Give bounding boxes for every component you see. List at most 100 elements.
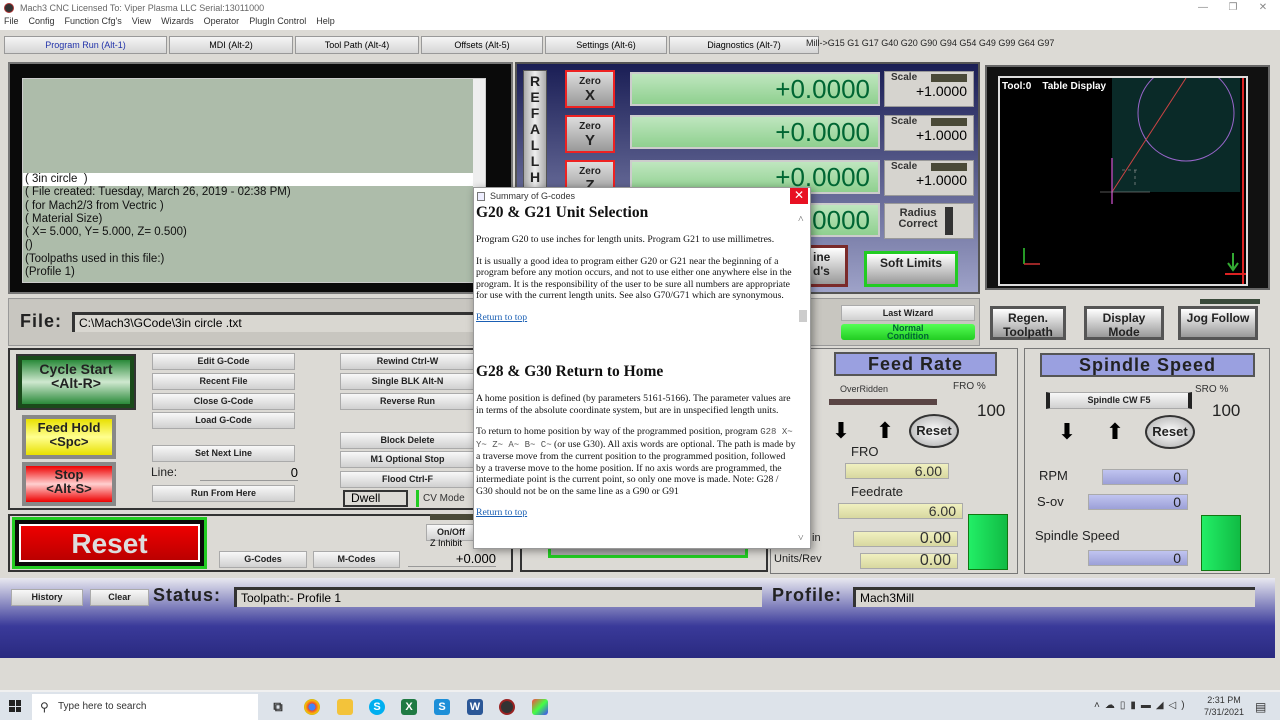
- dialog-titlebar[interactable]: Summary of G-codes ✕: [474, 188, 810, 204]
- chrome-icon[interactable]: [304, 699, 320, 715]
- fro-increase-button[interactable]: ⬆: [870, 418, 900, 444]
- sro-decrease-button[interactable]: ⬇: [1052, 419, 1082, 445]
- tab-program-run[interactable]: Program Run (Alt-1): [4, 36, 167, 54]
- block-delete-button[interactable]: Block Delete: [340, 432, 475, 449]
- section-paragraph: It is usually a good idea to program eit…: [476, 255, 792, 302]
- menu-view[interactable]: View: [132, 16, 151, 30]
- windows-start-icon[interactable]: [9, 700, 21, 712]
- radius-correct-button[interactable]: Radius Correct: [884, 203, 974, 239]
- word-icon[interactable]: W: [467, 699, 483, 715]
- spindle-speed-value[interactable]: 0: [1088, 550, 1188, 566]
- toolpath-indicator: [1200, 299, 1260, 304]
- scroll-down-icon[interactable]: ˅: [798, 533, 804, 544]
- system-tray-icons[interactable]: ˄☁▯▮▬◢◁): [1094, 700, 1190, 711]
- tab-settings[interactable]: Settings (Alt-6): [545, 36, 667, 54]
- clear-button[interactable]: Clear: [90, 589, 149, 606]
- soft-limits-button[interactable]: Soft Limits: [864, 251, 958, 287]
- rpm-value[interactable]: 0: [1102, 469, 1188, 485]
- scroll-thumb[interactable]: [799, 310, 807, 322]
- menu-wizards[interactable]: Wizards: [161, 16, 194, 30]
- menu-plugin-control[interactable]: PlugIn Control: [249, 16, 306, 30]
- menu-file[interactable]: File: [4, 16, 19, 30]
- menu-operator[interactable]: Operator: [204, 16, 240, 30]
- skype-icon[interactable]: S: [369, 699, 385, 715]
- taskbar-clock[interactable]: 2:31 PM 7/31/2021: [1204, 694, 1244, 718]
- edit-gcode-button[interactable]: Edit G-Code: [152, 353, 295, 370]
- sro-reset-button[interactable]: Reset: [1145, 415, 1195, 449]
- document-icon: [477, 192, 485, 201]
- scroll-up-icon[interactable]: ˄: [798, 214, 804, 225]
- zero-x-button[interactable]: Zero X: [565, 70, 615, 108]
- gcode-listing[interactable]: ( 3in circle ) ( File created: Tuesday, …: [22, 78, 486, 283]
- machine-coords-button[interactable]: ine d's: [808, 245, 848, 287]
- tab-offsets[interactable]: Offsets (Alt-5): [421, 36, 543, 54]
- file-explorer-icon[interactable]: [337, 699, 353, 715]
- units-min-label: in: [812, 532, 821, 544]
- dro-y[interactable]: +0.0000: [630, 115, 880, 149]
- m1-optional-stop-button[interactable]: M1 Optional Stop: [340, 451, 475, 468]
- status-label: Status:: [153, 585, 222, 605]
- flood-button[interactable]: Flood Ctrl-F: [340, 471, 475, 488]
- fro-label: FRO: [851, 444, 879, 459]
- line-number-field[interactable]: 0: [200, 465, 298, 481]
- mcodes-button[interactable]: M-Codes: [313, 551, 400, 568]
- gcode-line: ( for Mach2/3 from Vectric ): [25, 199, 164, 212]
- single-block-button[interactable]: Single BLK Alt-N: [340, 373, 475, 390]
- tab-tool-path[interactable]: Tool Path (Alt-4): [295, 36, 419, 54]
- dro-x[interactable]: +0.0000: [630, 72, 880, 106]
- minimize-button[interactable]: —: [1188, 0, 1218, 16]
- load-gcode-button[interactable]: Load G-Code: [152, 412, 295, 429]
- tab-diagnostics[interactable]: Diagnostics (Alt-7): [669, 36, 819, 54]
- close-gcode-button[interactable]: Close G-Code: [152, 393, 295, 410]
- mach3-taskbar-icon[interactable]: [499, 699, 515, 715]
- history-button[interactable]: History: [11, 589, 83, 606]
- feed-hold-button[interactable]: Feed Hold <Spc>: [22, 415, 116, 459]
- set-next-line-button[interactable]: Set Next Line: [152, 445, 295, 462]
- sro-pct-label: SRO %: [1195, 384, 1229, 395]
- z-inhibit-value[interactable]: +0.000: [408, 551, 496, 567]
- dialog-close-button[interactable]: ✕: [790, 188, 808, 204]
- dialog-scrollbar[interactable]: ˄ ˅: [796, 204, 810, 548]
- menu-bar: File Config Function Cfg's View Wizards …: [0, 16, 1280, 30]
- run-from-here-button[interactable]: Run From Here: [152, 485, 295, 502]
- recent-file-button[interactable]: Recent File: [152, 373, 295, 390]
- toolpath-display[interactable]: Tool:0 Table Display: [998, 76, 1248, 286]
- ref-all-home-label: REFALLH: [529, 73, 541, 185]
- return-to-top-link[interactable]: Return to top: [476, 312, 527, 323]
- maximize-button[interactable]: ❐: [1218, 0, 1248, 16]
- jog-follow-button[interactable]: Jog Follow: [1178, 306, 1258, 340]
- menu-config[interactable]: Config: [29, 16, 55, 30]
- stop-button[interactable]: Stop <Alt-S>: [22, 462, 116, 506]
- fro-pct-label: FRO %: [953, 381, 986, 392]
- reset-label: Reset: [19, 524, 200, 562]
- file-path-field[interactable]: C:\Mach3\GCode\3in circle .txt: [72, 312, 482, 332]
- zero-y-button[interactable]: Zero Y: [565, 115, 615, 153]
- fro-decrease-button[interactable]: ⬇: [826, 418, 856, 444]
- spindle-cw-button[interactable]: Spindle CW F5: [1046, 392, 1192, 409]
- menu-function-cfgs[interactable]: Function Cfg's: [65, 16, 122, 30]
- reset-button[interactable]: Reset: [12, 517, 207, 569]
- regen-toolpath-button[interactable]: Regen. Toolpath: [990, 306, 1066, 340]
- taskbar-search[interactable]: ⚲ Type here to search: [32, 694, 258, 720]
- fro-reset-button[interactable]: Reset: [909, 414, 959, 448]
- close-window-button[interactable]: ✕: [1248, 0, 1278, 16]
- return-to-top-link[interactable]: Return to top: [476, 507, 527, 518]
- color-app-icon[interactable]: [532, 699, 548, 715]
- notifications-icon[interactable]: ▤: [1255, 700, 1266, 714]
- fro-value[interactable]: 6.00: [845, 463, 949, 479]
- window-title: Mach3 CNC Licensed To: Viper Plasma LLC …: [20, 3, 265, 13]
- ref-all-home-button[interactable]: REFALLH: [523, 70, 547, 200]
- app-s-icon[interactable]: S: [434, 699, 450, 715]
- display-mode-button[interactable]: Display Mode: [1084, 306, 1164, 340]
- rewind-button[interactable]: Rewind Ctrl-W: [340, 353, 475, 370]
- gcodes-button[interactable]: G-Codes: [219, 551, 307, 568]
- tab-mdi[interactable]: MDI (Alt-2): [169, 36, 293, 54]
- task-view-icon[interactable]: ⧉: [270, 699, 286, 715]
- sro-increase-button[interactable]: ⬆: [1100, 419, 1130, 445]
- excel-icon[interactable]: X: [401, 699, 417, 715]
- reverse-run-button[interactable]: Reverse Run: [340, 393, 475, 410]
- feedrate-value[interactable]: 6.00: [838, 503, 963, 519]
- last-wizard-button[interactable]: Last Wizard: [841, 305, 975, 321]
- cycle-start-button[interactable]: Cycle Start <Alt-R>: [16, 354, 136, 410]
- menu-help[interactable]: Help: [316, 16, 335, 30]
